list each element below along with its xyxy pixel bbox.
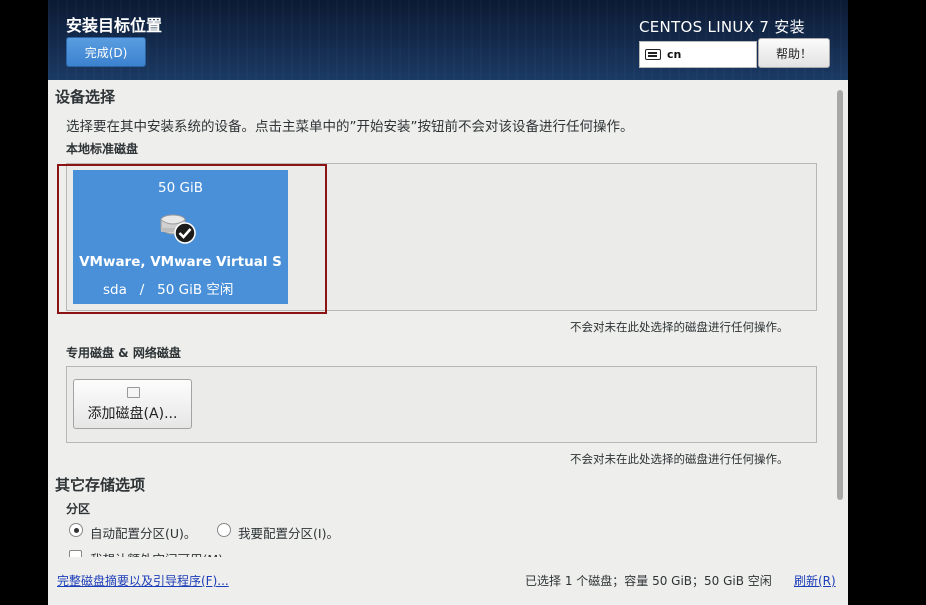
content-scrollbar[interactable] <box>834 86 846 556</box>
disk-info: sda / 50 GiB 空闲 <box>103 282 234 298</box>
selection-summary: 已选择 1 个磁盘；容量 50 GiB；50 GiB 空闲 <box>525 574 772 588</box>
footer-bar: 完整磁盘摘要以及引导程序(F)... 已选择 1 个磁盘；容量 50 GiB；5… <box>48 557 848 605</box>
scrollbar-thumb[interactable] <box>837 90 843 500</box>
local-disks-note: 不会对未在此处选择的磁盘进行任何操作。 <box>570 320 789 334</box>
specialized-disks-note: 不会对未在此处选择的磁盘进行任何操作。 <box>570 452 789 466</box>
hard-disk-selected-icon <box>160 214 196 244</box>
device-selection-description: 选择要在其中安装系统的设备。点击主菜单中的”开始安装”按钮前不会对该设备进行任何… <box>66 119 634 135</box>
installer-window: 安装目标位置 完成(D) CENTOS LINUX 7 安装 cn 帮助！ 设备… <box>48 0 848 605</box>
add-disk-button[interactable]: 添加磁盘(A)... <box>73 379 192 429</box>
keyboard-layout-value: cn <box>667 48 682 61</box>
disk-tile-sda[interactable]: 50 GiB VMware, VMware Virtual S sda / 50… <box>73 170 288 304</box>
disk-name: VMware, VMware Virtual S <box>79 254 282 270</box>
local-disks-label: 本地标准磁盘 <box>66 142 139 156</box>
main-content: 设备选择 选择要在其中安装系统的设备。点击主菜单中的”开始安装”按钮前不会对该设… <box>48 80 848 567</box>
header-pattern <box>48 0 848 80</box>
screen: 安装目标位置 完成(D) CENTOS LINUX 7 安装 cn 帮助！ 设备… <box>0 0 926 605</box>
disk-size: 50 GiB <box>158 180 203 196</box>
page-title: 安装目标位置 <box>66 16 163 35</box>
device-selection-title: 设备选择 <box>55 88 116 106</box>
auto-partition-label[interactable]: 自动配置分区(U)。 <box>90 523 196 542</box>
refresh-link[interactable]: 刷新(R) <box>794 572 836 589</box>
partition-label: 分区 <box>66 502 91 516</box>
auto-partition-radio[interactable] <box>69 523 83 537</box>
help-button[interactable]: 帮助！ <box>758 38 830 68</box>
full-disk-summary-link[interactable]: 完整磁盘摘要以及引导程序(F)... <box>57 572 229 589</box>
manual-partition-radio[interactable] <box>217 523 231 537</box>
other-storage-title: 其它存储选项 <box>55 476 146 494</box>
manual-partition-label[interactable]: 我要配置分区(I)。 <box>238 523 339 542</box>
keyboard-icon <box>645 49 661 60</box>
keyboard-layout-indicator[interactable]: cn <box>639 41 757 68</box>
header-bar: 安装目标位置 完成(D) CENTOS LINUX 7 安装 cn 帮助！ <box>48 0 848 80</box>
product-title: CENTOS LINUX 7 安装 <box>639 18 805 36</box>
specialized-disks-label: 专用磁盘 & 网络磁盘 <box>66 346 181 360</box>
disk-add-icon <box>127 387 140 398</box>
done-button[interactable]: 完成(D) <box>66 37 146 67</box>
add-disk-label: 添加磁盘(A)... <box>87 406 178 422</box>
